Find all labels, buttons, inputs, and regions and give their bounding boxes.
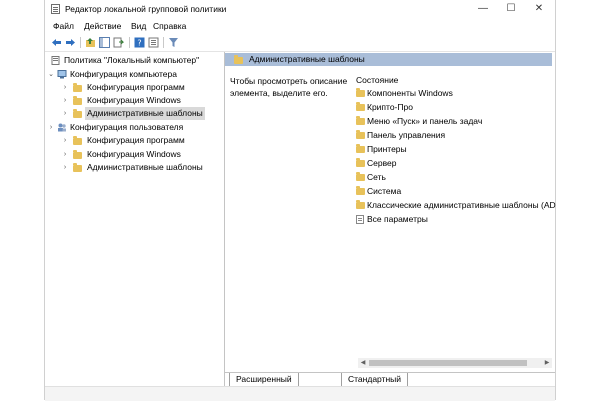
- users-icon: [58, 123, 66, 132]
- list-item-label: Крипто-Про: [367, 102, 413, 112]
- toolbar-separator: [163, 37, 164, 48]
- toolbar-separator: [129, 37, 130, 48]
- folder-icon: [356, 200, 365, 209]
- tree-root-label: Политика "Локальный компьютер": [64, 55, 200, 65]
- toolbar: ?: [45, 34, 555, 52]
- computer-icon: [57, 70, 67, 79]
- folder-icon: [73, 109, 82, 118]
- list-item-label: Классические административные шаблоны (A…: [367, 200, 556, 210]
- minimize-button[interactable]: —: [469, 0, 497, 18]
- description-text: Чтобы просмотреть описание элемента, выд…: [230, 76, 348, 98]
- title-bar[interactable]: Редактор локальной групповой политики — …: [45, 0, 555, 18]
- horizontal-scrollbar[interactable]: ◀ ▶: [358, 358, 552, 368]
- menu-file[interactable]: Файл: [53, 21, 74, 31]
- maximize-button[interactable]: ☐: [497, 0, 525, 18]
- help-icon[interactable]: ?: [134, 37, 145, 48]
- tab-extended[interactable]: Расширенный: [229, 373, 299, 387]
- folder-icon: [356, 172, 365, 181]
- tab-standard[interactable]: Стандартный: [341, 373, 409, 387]
- folder-icon: [356, 130, 365, 139]
- list-item-label: Принтеры: [367, 144, 407, 154]
- tree-item-label: Административные шаблоны: [85, 107, 205, 120]
- folder-icon: [356, 158, 365, 167]
- tree-user-config[interactable]: › Конфигурация пользователя: [47, 121, 222, 134]
- folder-icon: [356, 116, 365, 125]
- tree-user-config-label: Конфигурация пользователя: [70, 122, 184, 132]
- tree-item-label: Административные шаблоны: [87, 162, 203, 172]
- svg-text:?: ?: [137, 39, 141, 48]
- details-header: Административные шаблоны: [225, 53, 552, 66]
- window-title: Редактор локальной групповой политики: [65, 4, 227, 14]
- folder-icon: [73, 136, 82, 145]
- menu-action[interactable]: Действие: [84, 21, 121, 31]
- list-item-label: Сервер: [367, 158, 397, 168]
- menu-view[interactable]: Вид: [131, 21, 146, 31]
- tree-item-label: Конфигурация Windows: [87, 149, 181, 159]
- tree-item-admin-templates-selected[interactable]: › Административные шаблоны: [61, 107, 221, 120]
- menu-help[interactable]: Справка: [153, 21, 186, 31]
- folder-icon: [356, 102, 365, 111]
- scrollbar-thumb[interactable]: [369, 360, 527, 366]
- folder-icon: [73, 96, 82, 105]
- tree-item-software-settings[interactable]: › Конфигурация программ: [61, 81, 221, 94]
- filter-icon[interactable]: [168, 37, 179, 48]
- menu-bar: Файл Действие Вид Справка: [45, 19, 555, 33]
- folder-icon: [73, 83, 82, 92]
- up-folder-icon[interactable]: [85, 37, 96, 48]
- list-item-label: Компоненты Windows: [367, 88, 453, 98]
- app-icon: [51, 4, 60, 14]
- folder-icon: [356, 88, 365, 97]
- scroll-right-arrow-icon[interactable]: ▶: [542, 358, 552, 368]
- chevron-right-icon[interactable]: ›: [61, 81, 69, 94]
- tree-item-label: Конфигурация программ: [87, 135, 185, 145]
- chevron-right-icon[interactable]: ›: [61, 134, 69, 147]
- navigation-tree: Политика "Локальный компьютер" ⌄ Конфигу…: [45, 52, 225, 386]
- column-header-status[interactable]: Состояние: [356, 75, 398, 85]
- back-arrow-icon[interactable]: [51, 37, 62, 48]
- list-item-label: Все параметры: [367, 214, 428, 224]
- status-bar: [45, 386, 555, 401]
- details-pane: Административные шаблоны Чтобы просмотре…: [225, 52, 556, 372]
- tree-item-user-admin-templates[interactable]: › Административные шаблоны: [61, 161, 221, 174]
- folder-icon: [234, 55, 243, 64]
- tree-item-windows-settings[interactable]: › Конфигурация Windows: [61, 94, 221, 107]
- gpedit-window: Редактор локальной групповой политики — …: [44, 0, 556, 401]
- properties-icon[interactable]: [148, 37, 159, 48]
- tree-computer-config-label: Конфигурация компьютера: [70, 69, 177, 79]
- forward-arrow-icon[interactable]: [65, 37, 76, 48]
- close-button[interactable]: ✕: [525, 0, 553, 18]
- tree-item-user-windows-settings[interactable]: › Конфигурация Windows: [61, 148, 221, 161]
- settings-list-icon: [356, 215, 364, 224]
- folder-icon: [73, 163, 82, 172]
- folder-icon: [73, 150, 82, 159]
- folder-icon: [356, 144, 365, 153]
- toolbar-separator: [80, 37, 81, 48]
- chevron-right-icon[interactable]: ›: [61, 161, 69, 174]
- show-hide-tree-icon[interactable]: [99, 37, 110, 48]
- tree-item-user-software-settings[interactable]: › Конфигурация программ: [61, 134, 221, 147]
- chevron-right-icon[interactable]: ›: [61, 107, 69, 120]
- list-item-label: Панель управления: [367, 130, 446, 140]
- list-item-label: Сеть: [367, 172, 386, 182]
- chevron-right-icon[interactable]: ›: [61, 148, 69, 161]
- tree-item-label: Конфигурация программ: [87, 82, 185, 92]
- tree-computer-config[interactable]: ⌄ Конфигурация компьютера: [47, 68, 222, 81]
- chevron-right-icon[interactable]: ›: [61, 94, 69, 107]
- tree-item-label: Конфигурация Windows: [87, 95, 181, 105]
- list-item-label: Система: [367, 186, 402, 196]
- list-item-label: Меню «Пуск» и панель задач: [367, 116, 483, 126]
- scroll-left-arrow-icon[interactable]: ◀: [358, 358, 368, 368]
- export-list-icon[interactable]: [113, 37, 124, 48]
- chevron-right-icon[interactable]: ›: [47, 121, 55, 134]
- computer-policy-icon: [51, 56, 60, 65]
- chevron-down-icon[interactable]: ⌄: [47, 68, 55, 81]
- tree-root[interactable]: Политика "Локальный компьютер": [51, 54, 221, 67]
- folder-icon: [356, 186, 365, 195]
- details-header-title: Административные шаблоны: [249, 54, 365, 64]
- view-tabs: Расширенный Стандартный: [225, 372, 555, 387]
